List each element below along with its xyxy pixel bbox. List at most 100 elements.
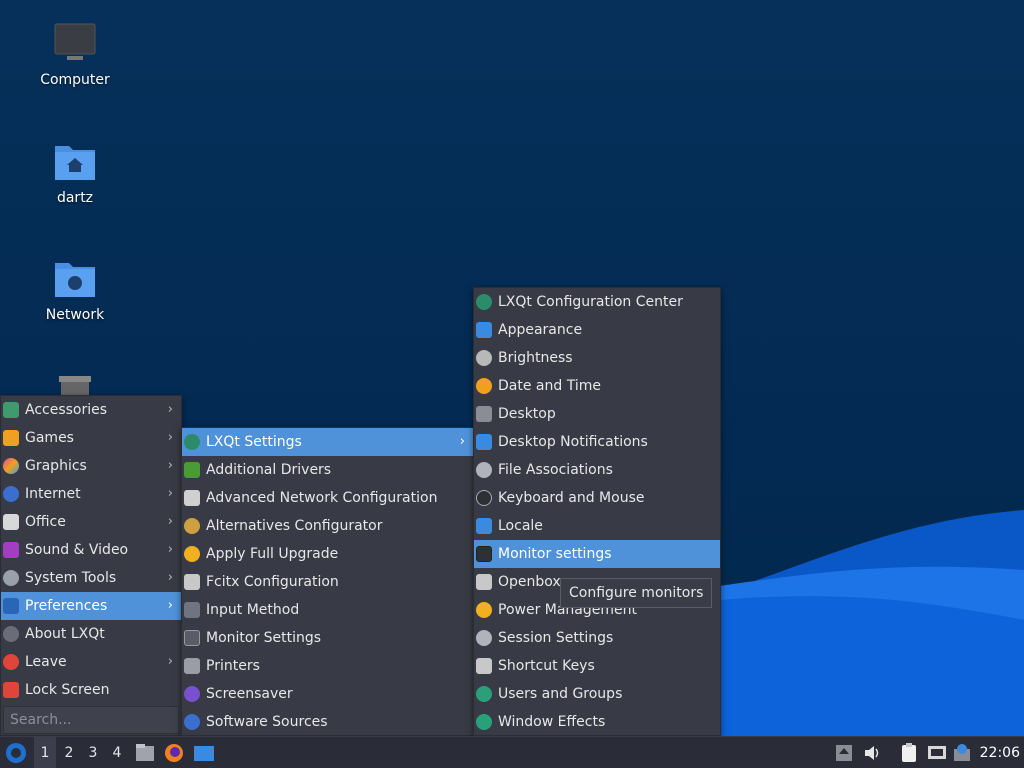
- clock-icon: [476, 378, 492, 394]
- monitor-icon: [476, 546, 492, 562]
- menu-item-desktop[interactable]: Desktop: [474, 400, 720, 428]
- workspace-1-button[interactable]: 1: [34, 737, 56, 768]
- desktop-icon-label: Computer: [40, 72, 110, 88]
- home-folder-icon: [53, 140, 97, 184]
- monitor-icon: [184, 630, 200, 646]
- lxqt-settings-submenu: LXQt Configuration Center Appearance Bri…: [473, 287, 721, 736]
- menu-item-system-tools[interactable]: System Tools ›: [1, 564, 181, 592]
- chevron-right-icon: ›: [167, 402, 173, 417]
- upgrade-icon: [184, 546, 200, 562]
- file-manager-launcher[interactable]: [134, 737, 156, 768]
- search-input[interactable]: Search...: [3, 706, 179, 734]
- menu-item-desktop-notifications[interactable]: Desktop Notifications: [474, 428, 720, 456]
- clipboard-icon: [902, 743, 916, 762]
- lxqt-config-center-icon: [476, 294, 492, 310]
- desktop-icon-computer[interactable]: Computer: [20, 22, 130, 88]
- menu-item-label: Preferences: [25, 598, 108, 614]
- menu-item-locale[interactable]: Locale: [474, 512, 720, 540]
- desktop-icon-label: dartz: [56, 190, 94, 206]
- show-desktop-button[interactable]: [192, 737, 216, 768]
- main-menu: Accessories › Games › Graphics › Internet › …: [0, 395, 182, 736]
- menu-item-alternatives[interactable]: Alternatives Configurator: [182, 512, 473, 540]
- menu-item-full-upgrade[interactable]: Apply Full Upgrade: [182, 540, 473, 568]
- desktop-icon: [476, 406, 492, 422]
- network-folder-icon: [53, 257, 97, 301]
- menu-item-monitor-settings[interactable]: Monitor settings: [474, 540, 720, 568]
- clock[interactable]: 22:06: [980, 737, 1020, 768]
- menu-item-software-sources[interactable]: Software Sources: [182, 708, 473, 736]
- menu-item-leave[interactable]: Leave ›: [1, 648, 181, 676]
- menu-item-lxqt-settings[interactable]: LXQt Settings ›: [182, 428, 473, 456]
- volume-button[interactable]: [862, 737, 882, 768]
- menu-item-graphics[interactable]: Graphics ›: [1, 452, 181, 480]
- menu-item-date-time[interactable]: Date and Time: [474, 372, 720, 400]
- preferences-submenu: LXQt Settings › Additional Drivers Advanc…: [181, 427, 474, 736]
- menu-item-label: Games: [25, 430, 74, 446]
- menu-item-sound-video[interactable]: Sound & Video ›: [1, 536, 181, 564]
- menu-item-file-associations[interactable]: File Associations: [474, 456, 720, 484]
- main-menu-button[interactable]: [4, 737, 28, 768]
- menu-item-screensaver[interactable]: Screensaver: [182, 680, 473, 708]
- menu-item-label: Locale: [498, 518, 543, 534]
- printer-icon: [184, 658, 200, 674]
- file-associations-icon: [476, 462, 492, 478]
- chevron-right-icon: ›: [167, 598, 173, 613]
- computer-icon: [53, 22, 97, 66]
- menu-item-accessories[interactable]: Accessories ›: [1, 396, 181, 424]
- chevron-right-icon: ›: [167, 570, 173, 585]
- menu-item-appearance[interactable]: Appearance: [474, 316, 720, 344]
- menu-item-window-effects[interactable]: Window Effects: [474, 708, 720, 736]
- appearance-icon: [476, 322, 492, 338]
- menu-item-internet[interactable]: Internet ›: [1, 480, 181, 508]
- menu-item-session-settings[interactable]: Session Settings: [474, 624, 720, 652]
- network-button[interactable]: [926, 737, 948, 768]
- menu-item-brightness[interactable]: Brightness: [474, 344, 720, 372]
- locale-icon: [476, 518, 492, 534]
- desktop-icon-network[interactable]: Network: [20, 257, 130, 323]
- firefox-launcher[interactable]: [163, 737, 185, 768]
- menu-item-printers[interactable]: Printers: [182, 652, 473, 680]
- chevron-right-icon: ›: [167, 486, 173, 501]
- network-icon: [928, 746, 946, 759]
- lock-icon: [3, 682, 19, 698]
- menu-item-advanced-network[interactable]: Advanced Network Configuration: [182, 484, 473, 512]
- menu-item-lock-screen[interactable]: Lock Screen: [1, 676, 181, 704]
- updates-button[interactable]: [952, 737, 974, 768]
- menu-item-config-center[interactable]: LXQt Configuration Center: [474, 288, 720, 316]
- menu-item-office[interactable]: Office ›: [1, 508, 181, 536]
- menu-item-label: Lock Screen: [25, 682, 110, 698]
- menu-item-users-groups[interactable]: Users and Groups: [474, 680, 720, 708]
- desktop-icon-home[interactable]: dartz: [20, 140, 130, 206]
- menu-item-preferences[interactable]: Preferences ›: [1, 592, 181, 620]
- chevron-right-icon: ›: [459, 434, 465, 449]
- chevron-right-icon: ›: [167, 654, 173, 669]
- power-icon: [476, 602, 492, 618]
- menu-item-monitor-settings[interactable]: Monitor Settings: [182, 624, 473, 652]
- lubuntu-logo-icon: [6, 743, 26, 763]
- workspace-3-button[interactable]: 3: [82, 737, 104, 768]
- tray-up-button[interactable]: [834, 737, 854, 768]
- clipboard-button[interactable]: [898, 737, 920, 768]
- drivers-icon: [184, 462, 200, 478]
- menu-item-label: Monitor Settings: [206, 630, 322, 646]
- window-effects-icon: [476, 714, 492, 730]
- menu-item-label: Appearance: [498, 322, 583, 338]
- menu-item-keyboard-mouse[interactable]: Keyboard and Mouse: [474, 484, 720, 512]
- taskbar: 1 2 3 4 22:06: [0, 736, 1024, 768]
- menu-item-fcitx[interactable]: Fcitx Configuration: [182, 568, 473, 596]
- chevron-right-icon: ›: [167, 514, 173, 529]
- menu-item-additional-drivers[interactable]: Additional Drivers: [182, 456, 473, 484]
- menu-item-input-method[interactable]: Input Method: [182, 596, 473, 624]
- lxqt-settings-icon: [184, 434, 200, 450]
- menu-item-label: Sound & Video: [25, 542, 129, 558]
- menu-item-about[interactable]: About LXQt: [1, 620, 181, 648]
- games-icon: [3, 430, 19, 446]
- menu-item-games[interactable]: Games ›: [1, 424, 181, 452]
- menu-item-label: Window Effects: [498, 714, 606, 730]
- workspace-2-button[interactable]: 2: [58, 737, 80, 768]
- leave-icon: [3, 654, 19, 670]
- menu-item-label: LXQt Settings: [206, 434, 302, 450]
- menu-item-shortcut-keys[interactable]: Shortcut Keys: [474, 652, 720, 680]
- office-icon: [3, 514, 19, 530]
- workspace-4-button[interactable]: 4: [106, 737, 128, 768]
